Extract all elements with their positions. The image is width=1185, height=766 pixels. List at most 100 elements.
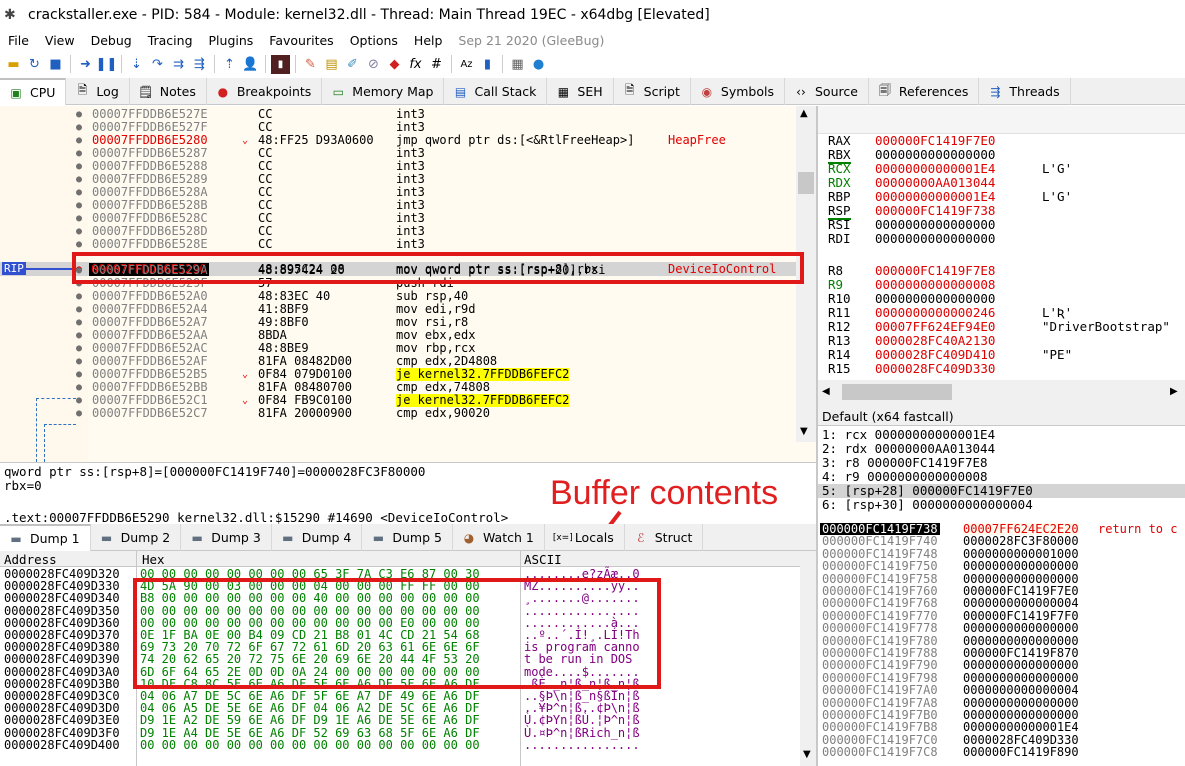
menu-tracing[interactable]: Tracing (140, 33, 201, 48)
call-argument-row[interactable]: 3: r8 000000FC1419F7E8 (822, 456, 988, 470)
breakpoint-dot-icon[interactable]: ● (76, 381, 82, 394)
call-arguments[interactable]: 1: rcx 00000000000001E4 2: rdx 00000000AA… (818, 426, 1185, 516)
open-icon[interactable]: ▬ (4, 55, 23, 74)
breakpoint-dot-icon[interactable]: ● (76, 407, 82, 420)
tab-breakpoints[interactable]: ● Breakpoints (207, 78, 323, 105)
breakpoint-dot-icon[interactable]: ● (76, 368, 82, 381)
breakpoint-dot-icon[interactable]: ● (76, 147, 82, 160)
pause-icon[interactable]: ❚❚ (96, 55, 118, 74)
breakpoint-dot-icon[interactable]: ● (76, 108, 82, 121)
tab-struct[interactable]: ℰ Struct (625, 524, 704, 551)
call-argument-row[interactable]: 4: r9 0000000000000008 (822, 470, 988, 484)
register-value[interactable]: 00000000000001E4 (875, 162, 995, 176)
breakpoint-dot-icon[interactable]: ● (76, 186, 82, 199)
stack-value[interactable]: 000000FC1419F890 (963, 746, 1079, 759)
tab-log[interactable]: 🗎 Log (66, 78, 130, 105)
scroll-up-icon[interactable]: ▲ (800, 108, 808, 119)
tab-dump-1[interactable]: ▬ Dump 1 (0, 524, 91, 551)
register-value[interactable]: 0000028FC409D330 (875, 362, 995, 376)
breakpoint-dot-icon[interactable]: ● (76, 173, 82, 186)
tab-dump-3[interactable]: ▬ Dump 3 (181, 524, 272, 551)
breakpoint-dot-icon[interactable]: ● (76, 394, 82, 407)
restart-icon[interactable]: ↻ (25, 55, 44, 74)
dump-hex[interactable]: 00 00 00 00 00 00 00 00 00 00 00 00 00 0… (140, 739, 480, 751)
dump-ascii[interactable]: Ù.¢ÞYn¦ßÙ.¦Þ^n¦ß (524, 714, 640, 726)
stack-value[interactable]: 0000000000000000 (963, 560, 1079, 573)
tab-source[interactable]: ‹› Source (785, 78, 869, 105)
call-argument-row[interactable]: 2: rdx 00000000AA013044 (822, 442, 995, 456)
disasm-row[interactable]: ● 00007FFDDB6E528E CC int3 (0, 238, 796, 251)
hash-icon[interactable]: # (427, 55, 446, 74)
breakpoint-dot-icon[interactable]: ● (76, 199, 82, 212)
registers-scrollbar[interactable]: ◀ ▶ (818, 380, 1185, 406)
calculator-icon[interactable]: ▦ (508, 55, 527, 74)
breakpoint-dot-icon[interactable]: ● (76, 329, 82, 342)
run-to-user-code-icon[interactable]: 👤 (241, 55, 260, 74)
trace-over-icon[interactable]: ⇶ (190, 55, 209, 74)
register-value[interactable]: 0000028FC409D410 (875, 348, 995, 362)
dump-hex[interactable]: D9 1E A2 DE 59 6E A6 DF D9 1E A6 DE 5E 6… (140, 714, 480, 726)
patch-icon[interactable]: ✎ (301, 55, 320, 74)
bookmark-icon[interactable]: ⊘ (364, 55, 383, 74)
breakpoint-dot-icon[interactable]: ● (76, 342, 82, 355)
scroll-thumb[interactable] (842, 384, 952, 400)
register-value[interactable]: 0000000000000008 (875, 278, 995, 292)
register-value[interactable]: 00007FF624EF94E0 (875, 320, 995, 334)
label-icon[interactable]: ✐ (343, 55, 362, 74)
register-value[interactable]: 0000000000000000 (875, 148, 995, 162)
menu-view[interactable]: View (37, 33, 83, 48)
step-into-icon[interactable]: ⇣ (127, 55, 146, 74)
comment-icon[interactable]: ▤ (322, 55, 341, 74)
tab-dump-2[interactable]: ▬ Dump 2 (91, 524, 182, 551)
cases-icon[interactable]: ▮ (478, 55, 497, 74)
breakpoint-dot-icon[interactable]: ● (76, 225, 82, 238)
calling-convention-select[interactable]: Default (x64 fastcall) (818, 406, 1185, 426)
disasm-row[interactable]: ● 00007FFDDB6E52C7 81FA 20000900 cmp edx,90… (0, 407, 796, 420)
stop-icon[interactable]: ■ (46, 55, 65, 74)
stack-value[interactable]: 00000000000001E4 (963, 721, 1079, 734)
menu-file[interactable]: File (0, 33, 37, 48)
tab-notes[interactable]: 🗒 Notes (130, 78, 207, 105)
run-icon[interactable]: ➜ (76, 55, 95, 74)
register-value[interactable]: 000000FC1419F738 (875, 204, 995, 218)
register-value[interactable]: 0000000000000246 (875, 306, 995, 320)
tab-memory-map[interactable]: ▭ Memory Map (322, 78, 445, 105)
tab-script[interactable]: 🗎 Script (614, 78, 691, 105)
breakpoint-dot-icon[interactable]: ● (76, 160, 82, 173)
breakpoint-dot-icon[interactable]: ● (76, 303, 82, 316)
call-argument-row[interactable]: 6: [rsp+30] 0000000000000004 (822, 498, 1033, 512)
call-argument-row[interactable]: 1: rcx 00000000000001E4 (822, 428, 995, 442)
scroll-left-icon[interactable]: ◀ (822, 386, 830, 397)
bookmark-icon[interactable]: ◆ (385, 55, 404, 74)
tab-references[interactable]: 🗐 References (869, 78, 980, 105)
script-icon[interactable]: ▮ (271, 54, 290, 74)
menu-options[interactable]: Options (342, 33, 406, 48)
menu-help[interactable]: Help (406, 33, 451, 48)
scroll-down-icon[interactable]: ▼ (800, 426, 808, 437)
scroll-thumb[interactable] (798, 172, 814, 194)
globe-icon[interactable]: ● (529, 55, 548, 74)
scroll-right-icon[interactable]: ▶ (1170, 386, 1178, 397)
stack-value[interactable]: 0000028FC3F80000 (963, 535, 1079, 548)
stack-value[interactable]: 0000000000000000 (963, 622, 1079, 635)
stack-value[interactable]: 0000000000000000 (963, 659, 1079, 672)
tab-threads[interactable]: ⇶ Threads (979, 78, 1071, 105)
register-value[interactable]: 00000000AA013044 (875, 176, 995, 190)
call-argument-row[interactable]: 5: [rsp+28] 000000FC1419F7E0 (818, 484, 1185, 498)
menu-plugins[interactable]: Plugins (201, 33, 262, 48)
menu-favourites[interactable]: Favourites (261, 33, 341, 48)
breakpoint-dot-icon[interactable]: ● (76, 238, 82, 251)
strings-icon[interactable]: Az (457, 55, 476, 74)
dump-ascii[interactable]: ................ (524, 739, 640, 751)
tab-seh[interactable]: ▦ SEH (547, 78, 614, 105)
stack-value[interactable]: 0000000000000004 (963, 597, 1079, 610)
step-over-icon[interactable]: ↷ (148, 55, 167, 74)
register-value[interactable]: 0000000000000000 (875, 292, 995, 306)
breakpoint-dot-icon[interactable]: ● (76, 355, 82, 368)
trace-into-icon[interactable]: ⇉ (169, 55, 188, 74)
breakpoint-dot-icon[interactable]: ● (76, 316, 82, 329)
scroll-down-icon[interactable]: ▼ (803, 749, 811, 760)
registers-pane[interactable]: RAX 000000FC1419F7E0 RBX 0000000000000000 RC… (818, 106, 1185, 380)
breakpoint-dot-icon[interactable]: ● (76, 212, 82, 225)
function-icon[interactable]: fx (406, 55, 425, 74)
